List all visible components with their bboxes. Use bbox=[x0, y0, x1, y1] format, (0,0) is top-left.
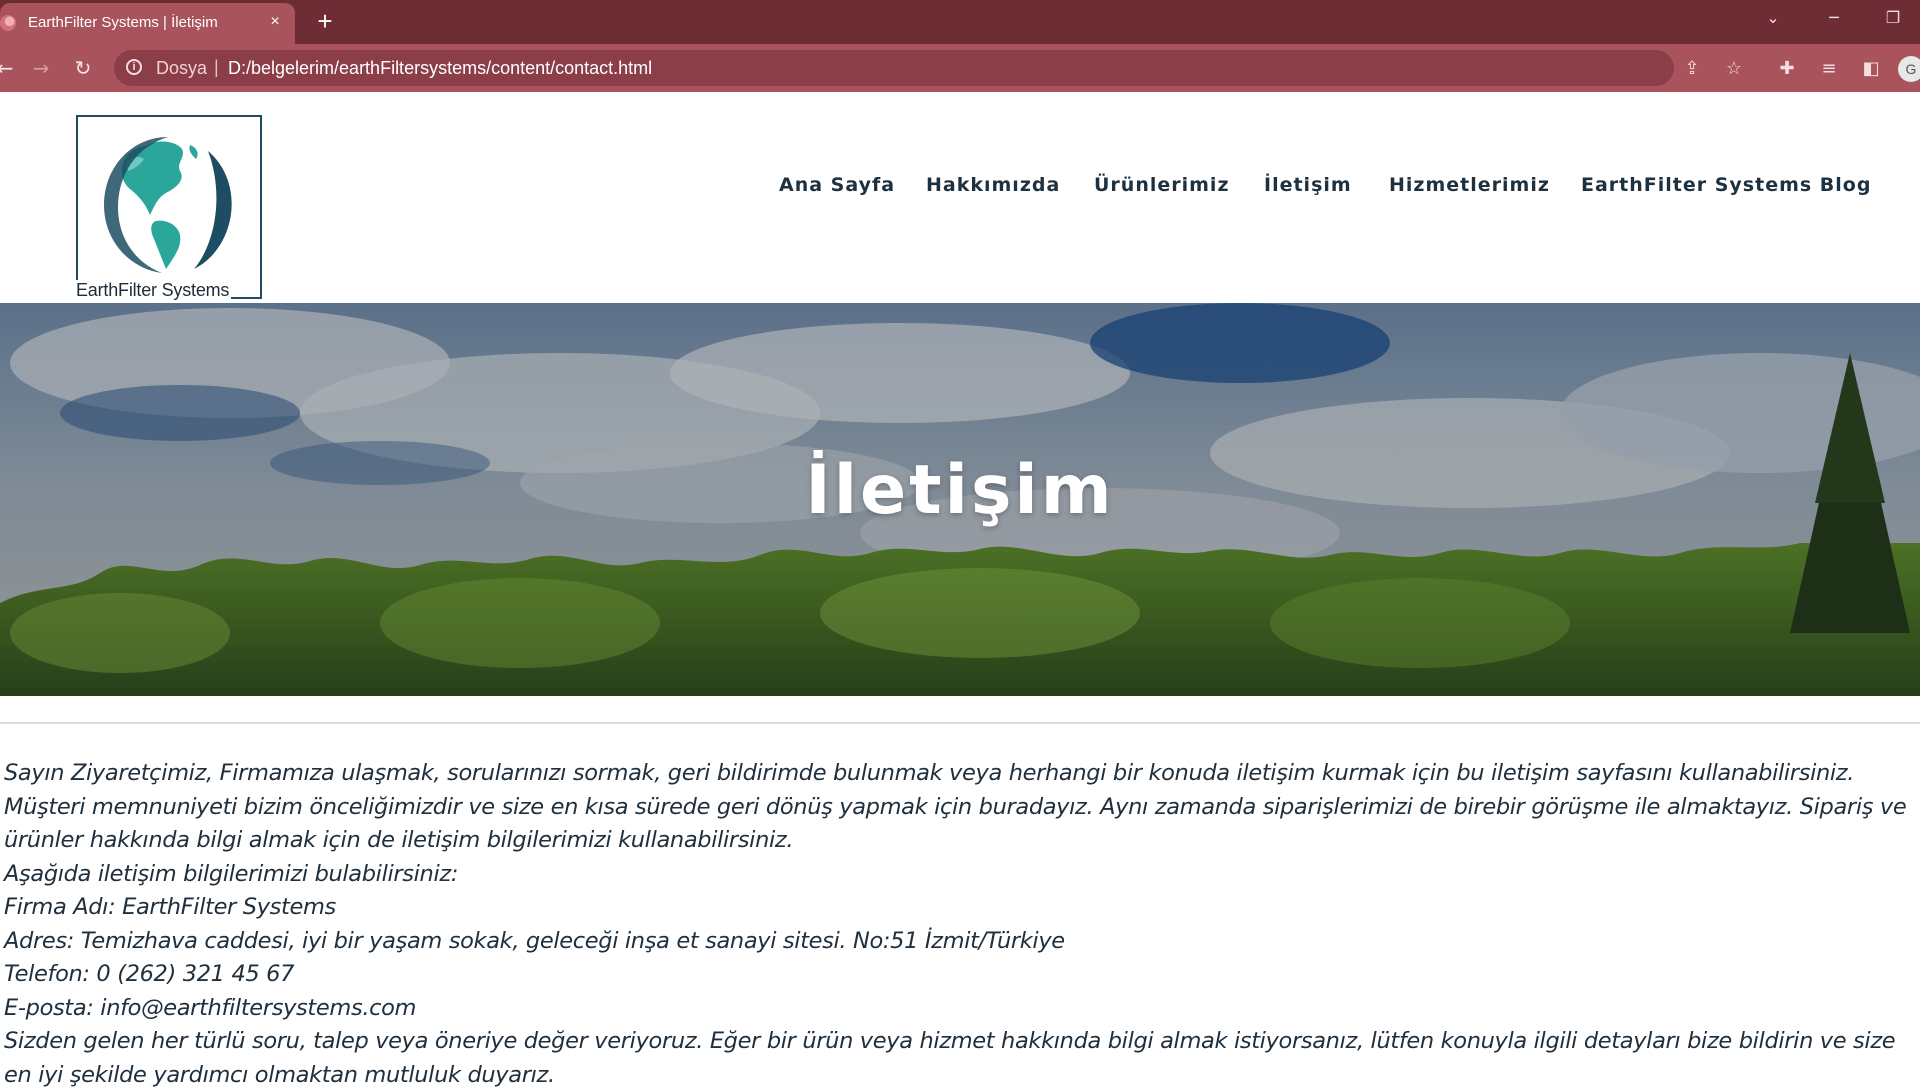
nav-item-urunlerimiz[interactable]: Ürünlerimiz bbox=[1094, 174, 1230, 196]
nav-item-blog[interactable]: EarthFilter Systems Blog bbox=[1581, 174, 1871, 196]
new-tab-button[interactable]: + bbox=[312, 8, 338, 34]
back-arrow-icon[interactable]: ← bbox=[0, 55, 18, 81]
tab-title: EarthFilter Systems | İletişim bbox=[28, 14, 218, 31]
section-divider bbox=[0, 722, 1920, 724]
tab-close-button[interactable]: × bbox=[264, 11, 286, 33]
hero-title: İletişim bbox=[805, 451, 1115, 530]
reading-list-icon[interactable]: ≡ bbox=[1816, 56, 1842, 82]
site-info-icon[interactable]: i bbox=[126, 59, 142, 75]
address-bar[interactable]: i Dosya | D:/belgelerim/earthFiltersyste… bbox=[114, 50, 1742, 86]
contact-info-heading: Aşağıda iletişim bilgilerimizi bulabilir… bbox=[4, 860, 459, 887]
contact-content: Sayın Ziyaretçimiz, Firmamıza ulaşmak, s… bbox=[4, 757, 1916, 1092]
globe-logo-icon bbox=[100, 137, 232, 273]
nav-item-hizmetlerimiz[interactable]: Hizmetlerimiz bbox=[1389, 174, 1550, 196]
address-separator: | bbox=[214, 57, 219, 77]
nav-item-ana-sayfa[interactable]: Ana Sayfa bbox=[779, 174, 895, 196]
company-email: E-posta: info@earthfiltersystems.com bbox=[4, 994, 417, 1021]
browser-tabstrip: EarthFilter Systems | İletişim × + ⌄ ─ ❐ bbox=[0, 0, 1920, 44]
reload-icon[interactable]: ↻ bbox=[70, 55, 96, 81]
side-panel-icon[interactable]: ◧ bbox=[1858, 56, 1884, 82]
profile-avatar[interactable]: G bbox=[1898, 56, 1920, 82]
company-name: Firma Adı: EarthFilter Systems bbox=[4, 894, 336, 920]
site-favicon-icon bbox=[0, 15, 16, 31]
minimize-window-icon[interactable]: ─ bbox=[1819, 8, 1849, 27]
bookmark-star-icon[interactable]: ☆ bbox=[1722, 56, 1746, 80]
hero-banner: İletişim bbox=[0, 303, 1920, 696]
nav-item-hakkimizda[interactable]: Hakkımızda bbox=[926, 174, 1060, 196]
intro-paragraph: Sayın Ziyaretçimiz, Firmamıza ulaşmak, s… bbox=[4, 760, 1907, 853]
company-phone: Telefon: 0 (262) 321 45 67 bbox=[4, 961, 295, 987]
address-scheme-label: Dosya bbox=[156, 58, 208, 78]
nav-item-iletisim[interactable]: İletişim bbox=[1264, 174, 1352, 196]
site-logo[interactable]: EarthFilter Systems bbox=[76, 115, 262, 301]
address-url[interactable]: D:/belgelerim/earthFiltersystems/content… bbox=[228, 58, 652, 79]
browser-toolbar: ← → ↻ i Dosya | D:/belgelerim/earthFilte… bbox=[0, 44, 1920, 92]
restore-window-icon[interactable]: ❐ bbox=[1878, 8, 1908, 27]
forward-arrow-icon[interactable]: → bbox=[28, 55, 54, 81]
extensions-puzzle-icon[interactable]: ✚ bbox=[1774, 56, 1800, 82]
logo-text: EarthFilter Systems bbox=[76, 280, 232, 301]
site-header: EarthFilter Systems Ana Sayfa Hakkımızda… bbox=[0, 92, 1920, 303]
closing-paragraph: Sizden gelen her türlü soru, talep veya … bbox=[4, 1028, 1896, 1088]
company-address: Adres: Temizhava caddesi, iyi bir yaşam … bbox=[4, 927, 1065, 954]
share-icon[interactable]: ⇪ bbox=[1680, 56, 1704, 80]
browser-tab-active[interactable]: EarthFilter Systems | İletişim × bbox=[0, 3, 295, 44]
tab-search-chevron-icon[interactable]: ⌄ bbox=[1758, 8, 1788, 27]
